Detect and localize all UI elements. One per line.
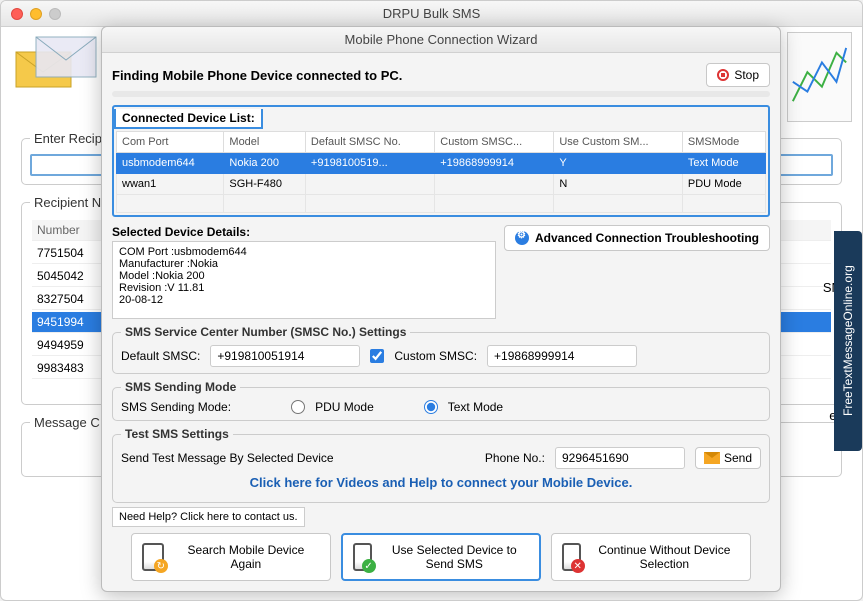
- gear-icon: [515, 231, 529, 245]
- enter-recip-label: Enter Recip: [30, 131, 106, 146]
- col-custsmsc[interactable]: Custom SMSC...: [435, 132, 554, 153]
- pdu-mode-label: PDU Mode: [315, 400, 374, 414]
- phone-no-label: Phone No.:: [485, 451, 545, 465]
- mode-legend: SMS Sending Mode: [121, 380, 240, 394]
- connection-wizard-modal: Mobile Phone Connection Wizard Finding M…: [101, 26, 781, 592]
- advanced-troubleshooting-button[interactable]: Advanced Connection Troubleshooting: [504, 225, 770, 251]
- smsc-legend: SMS Service Center Number (SMSC No.) Set…: [121, 325, 410, 339]
- titlebar: DRPU Bulk SMS: [1, 1, 862, 27]
- modal-title: Mobile Phone Connection Wizard: [102, 27, 780, 53]
- send-button[interactable]: Send: [695, 447, 761, 469]
- main-window: DRPU Bulk SMS Enter Recip Recipient N Nu…: [0, 0, 863, 601]
- sending-mode-group: SMS Sending Mode SMS Sending Mode: PDU M…: [112, 380, 770, 421]
- details-title: Selected Device Details:: [112, 225, 496, 239]
- mode-label: SMS Sending Mode:: [121, 400, 231, 414]
- custom-smsc-checkbox[interactable]: [370, 349, 384, 363]
- test-legend: Test SMS Settings: [121, 427, 233, 441]
- use-selected-button[interactable]: ✓ Use Selected Device to Send SMS: [341, 533, 541, 581]
- table-row: [117, 195, 766, 213]
- col-model[interactable]: Model: [224, 132, 306, 153]
- col-usecust[interactable]: Use Custom SM...: [554, 132, 683, 153]
- test-label: Send Test Message By Selected Device: [121, 451, 334, 465]
- col-port[interactable]: Com Port: [117, 132, 224, 153]
- finding-label: Finding Mobile Phone Device connected to…: [112, 68, 698, 83]
- table-row[interactable]: wwan1SGH-F480NPDU Mode: [117, 174, 766, 195]
- phone-icon: ↻: [142, 543, 164, 571]
- help-videos-link[interactable]: Click here for Videos and Help to connec…: [121, 469, 761, 496]
- message-c-label: Message C: [30, 415, 104, 430]
- device-table[interactable]: Com Port Model Default SMSC No. Custom S…: [116, 131, 766, 213]
- cdl-title: Connected Device List:: [114, 109, 263, 129]
- stop-icon: [717, 69, 729, 81]
- envelope-icon: [704, 452, 720, 464]
- window-title: DRPU Bulk SMS: [1, 6, 862, 21]
- connected-device-list: Connected Device List: Com Port Model De…: [112, 105, 770, 217]
- col-mode[interactable]: SMSMode: [682, 132, 765, 153]
- smsc-settings-group: SMS Service Center Number (SMSC No.) Set…: [112, 325, 770, 374]
- pdu-mode-radio[interactable]: [291, 400, 305, 414]
- phone-icon: ✓: [353, 543, 372, 571]
- test-sms-group: Test SMS Settings Send Test Message By S…: [112, 427, 770, 503]
- custom-smsc-input[interactable]: [487, 345, 637, 367]
- default-smsc-input[interactable]: [210, 345, 360, 367]
- phone-no-input[interactable]: [555, 447, 685, 469]
- contact-us-link[interactable]: Need Help? Click here to contact us.: [112, 507, 305, 527]
- default-smsc-label: Default SMSC:: [121, 349, 200, 363]
- continue-without-button[interactable]: ✕ Continue Without Device Selection: [551, 533, 751, 581]
- table-row[interactable]: usbmodem644Nokia 200+9198100519...+19868…: [117, 153, 766, 174]
- details-text[interactable]: COM Port :usbmodem644 Manufacturer :Noki…: [112, 241, 496, 319]
- text-mode-label: Text Mode: [448, 400, 503, 414]
- phone-icon: ✕: [562, 543, 581, 571]
- col-defsmsc[interactable]: Default SMSC No.: [305, 132, 434, 153]
- text-mode-radio[interactable]: [424, 400, 438, 414]
- stop-button[interactable]: Stop: [706, 63, 770, 87]
- search-again-button[interactable]: ↻ Search Mobile Device Again: [131, 533, 331, 581]
- progress-bar: [112, 91, 770, 97]
- recipient-n-label: Recipient N: [30, 195, 105, 210]
- envelope-icon: [11, 32, 101, 122]
- side-tab-link[interactable]: FreeTextMessageOnline.org: [834, 231, 862, 451]
- custom-smsc-label: Custom SMSC:: [394, 349, 477, 363]
- chart-icon: [787, 32, 852, 122]
